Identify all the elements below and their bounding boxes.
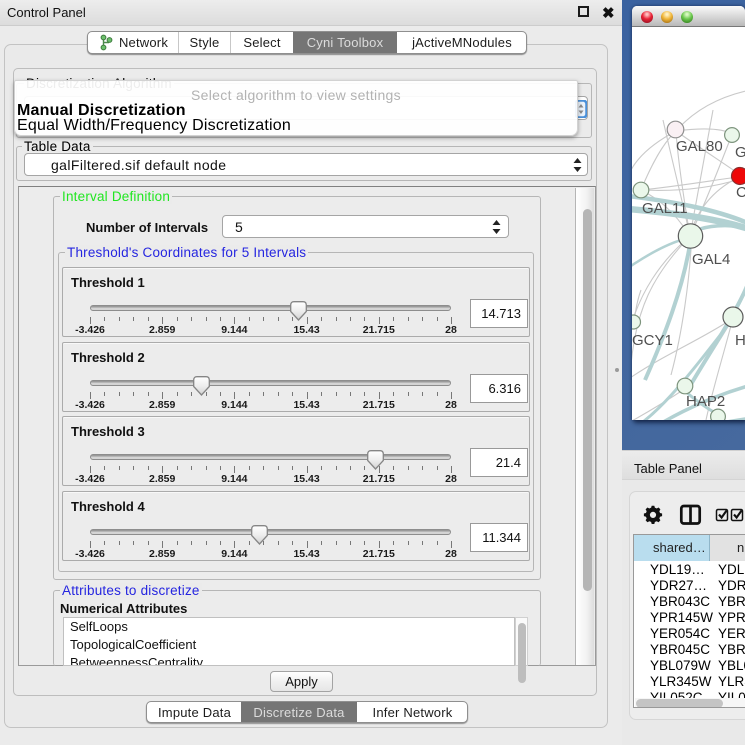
svg-text:C: C bbox=[736, 184, 745, 201]
svg-text:GCY1: GCY1 bbox=[632, 332, 673, 349]
svg-text:GAL11: GAL11 bbox=[642, 200, 688, 217]
svg-text:HAP2: HAP2 bbox=[686, 393, 725, 410]
svg-text:GAL4: GAL4 bbox=[692, 251, 730, 268]
svg-text:GA: GA bbox=[735, 144, 745, 161]
svg-text:H: H bbox=[735, 332, 745, 349]
svg-text:GAL80: GAL80 bbox=[676, 138, 723, 155]
